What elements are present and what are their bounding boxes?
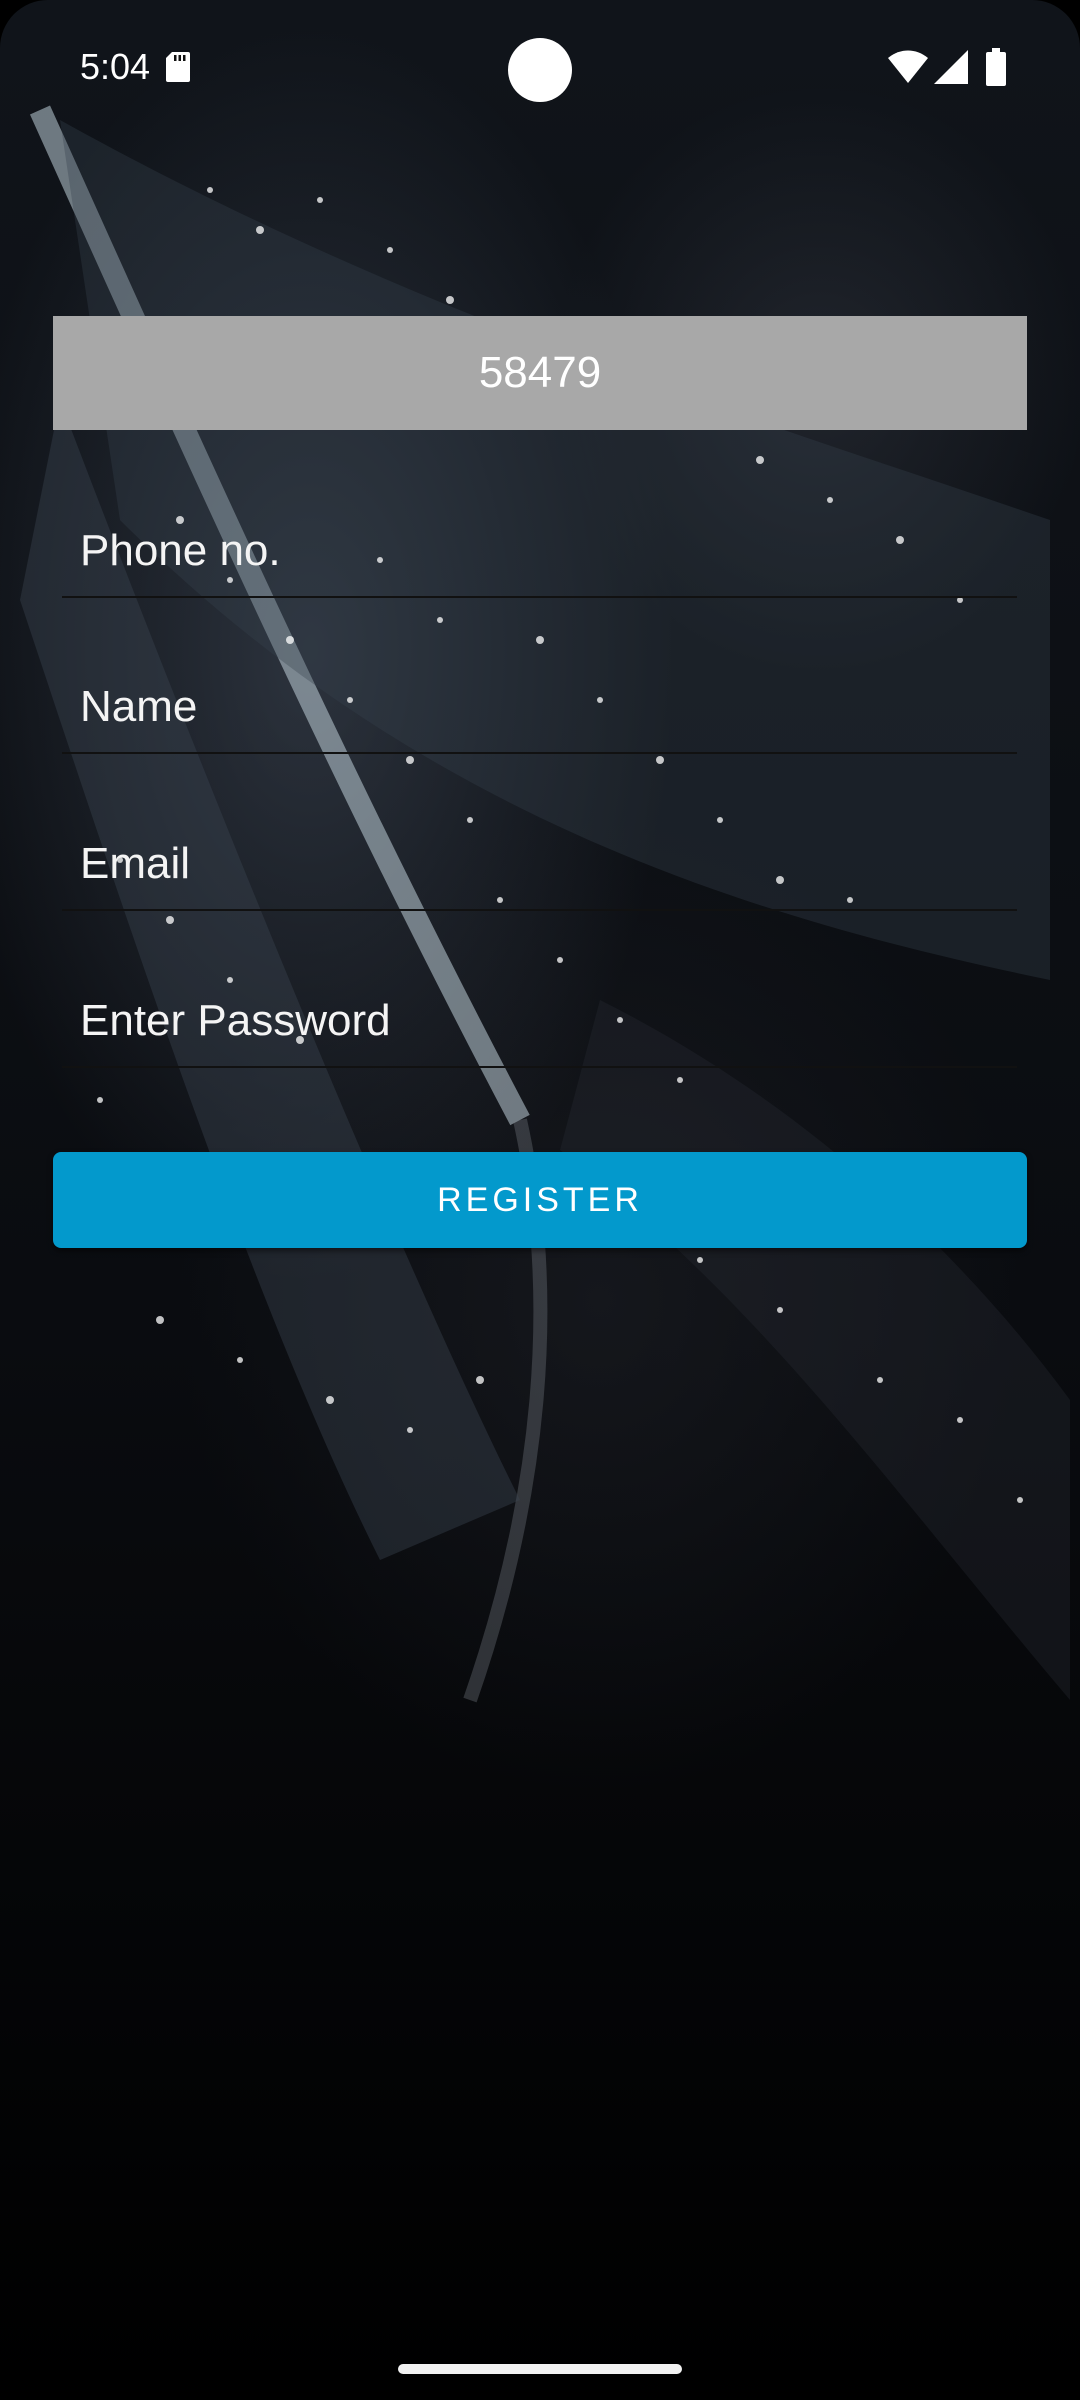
sd-card-icon — [166, 52, 190, 82]
register-screen: 5:04 58479 REGISTER — [0, 0, 1080, 2400]
email-field — [62, 819, 1017, 919]
phone-underline — [62, 596, 1017, 598]
phone-input[interactable] — [62, 506, 1017, 596]
battery-icon — [986, 48, 1006, 86]
email-underline — [62, 909, 1017, 911]
status-bar: 5:04 — [0, 0, 1080, 140]
name-underline — [62, 752, 1017, 754]
email-input[interactable] — [62, 819, 1017, 909]
password-field — [62, 976, 1017, 1076]
verification-code-display: 58479 — [53, 316, 1027, 430]
home-indicator[interactable] — [398, 2364, 682, 2374]
status-time: 5:04 — [80, 46, 151, 87]
password-input[interactable] — [62, 976, 1017, 1066]
signal-icon — [934, 50, 968, 84]
password-underline — [62, 1066, 1017, 1068]
phone-field — [62, 506, 1017, 606]
front-camera-cutout — [508, 38, 572, 102]
register-button[interactable]: REGISTER — [53, 1152, 1027, 1248]
name-field — [62, 662, 1017, 762]
name-input[interactable] — [62, 662, 1017, 752]
wifi-icon — [888, 50, 928, 83]
